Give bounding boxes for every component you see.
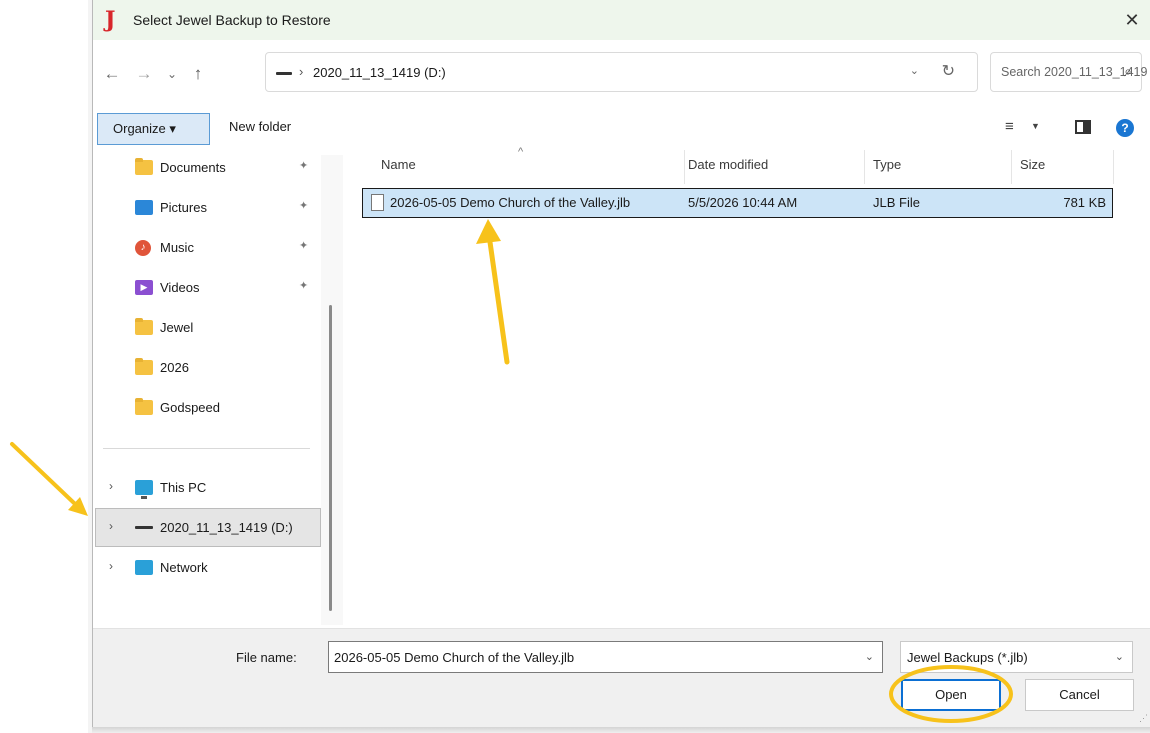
resize-grip-icon[interactable]: ⋰ xyxy=(1139,713,1148,724)
folder-icon xyxy=(135,158,153,175)
column-header-size[interactable]: Size xyxy=(1020,157,1045,172)
dialog-footer: File name: 2026-05-05 Demo Church of the… xyxy=(93,628,1150,727)
nav-item-this-pc[interactable]: › This PC xyxy=(103,473,318,503)
expand-chevron-icon[interactable]: › xyxy=(109,519,113,533)
close-button[interactable]: ✕ xyxy=(1117,4,1147,36)
folder-icon xyxy=(135,358,153,375)
nav-item-documents[interactable]: Documents ✦ xyxy=(103,153,318,183)
address-dropdown-icon[interactable]: ⌄ xyxy=(910,64,919,77)
column-divider[interactable] xyxy=(1011,150,1012,184)
nav-item-drive[interactable]: › 2020_11_13_1419 (D:) xyxy=(103,513,318,543)
expand-chevron-icon[interactable]: › xyxy=(109,559,113,573)
nav-item-label: Pictures xyxy=(160,200,207,215)
file-open-dialog: J Select Jewel Backup to Restore ✕ ← → ⌄… xyxy=(92,0,1150,727)
column-header-date-modified[interactable]: Date modified xyxy=(688,157,768,172)
search-icon[interactable]: ⌕ xyxy=(1124,63,1132,80)
file-name-value: 2026-05-05 Demo Church of the Valley.jlb xyxy=(334,650,575,665)
background-window xyxy=(0,0,92,733)
nav-item-pictures[interactable]: Pictures ✦ xyxy=(103,193,318,223)
organize-button[interactable]: Organize ▾ xyxy=(97,113,210,145)
nav-scrollbar-thumb[interactable] xyxy=(329,305,332,611)
folder-icon xyxy=(135,398,153,415)
pin-icon[interactable]: ✦ xyxy=(299,239,308,252)
file-list: ^ Name Date modified Type Size 2026-05-0… xyxy=(344,146,1150,628)
file-name-label: File name: xyxy=(236,650,297,665)
new-folder-button[interactable]: New folder xyxy=(229,119,291,134)
nav-item-videos[interactable]: ▶ Videos ✦ xyxy=(103,273,318,303)
back-arrow-icon[interactable]: ← xyxy=(101,62,123,86)
dialog-bottom-shadow xyxy=(92,726,1150,733)
breadcrumb-chevron-icon[interactable]: › xyxy=(299,64,303,79)
jewel-app-icon: J xyxy=(105,7,116,33)
videos-icon: ▶ xyxy=(135,280,153,295)
pin-icon[interactable]: ✦ xyxy=(299,159,308,172)
preview-pane-icon[interactable] xyxy=(1075,120,1091,134)
nav-scrollbar[interactable] xyxy=(321,155,343,625)
drive-icon xyxy=(135,526,153,529)
file-type-value: Jewel Backups (*.jlb) xyxy=(907,650,1028,665)
breadcrumb-drive[interactable]: 2020_11_13_1419 (D:) xyxy=(313,65,446,80)
nav-item-2026[interactable]: 2026 xyxy=(103,353,318,383)
help-icon[interactable]: ? xyxy=(1116,119,1134,137)
nav-item-label: Documents xyxy=(160,160,226,175)
expand-chevron-icon[interactable]: › xyxy=(109,479,113,493)
nav-item-label: Godspeed xyxy=(160,400,220,415)
nav-item-label: Jewel xyxy=(160,320,194,335)
file-type: JLB File xyxy=(873,195,920,210)
folder-icon xyxy=(135,318,153,335)
cancel-button[interactable]: Cancel xyxy=(1025,679,1134,711)
title-bar: J Select Jewel Backup to Restore ✕ xyxy=(93,0,1150,40)
recent-locations-chevron-icon[interactable]: ⌄ xyxy=(161,62,183,86)
dialog-title: Select Jewel Backup to Restore xyxy=(133,12,331,28)
chevron-down-icon[interactable]: ⌄ xyxy=(865,650,874,663)
file-row-selected[interactable]: 2026-05-05 Demo Church of the Valley.jlb… xyxy=(362,188,1113,218)
chevron-down-icon[interactable]: ⌄ xyxy=(1115,650,1124,663)
search-input[interactable]: Search 2020_11_13_1419 (D:) ⌕ xyxy=(990,52,1150,92)
music-icon: ♪ xyxy=(135,240,151,256)
up-arrow-icon[interactable]: ↑ xyxy=(187,62,209,86)
file-icon xyxy=(371,194,384,211)
file-date-modified: 5/5/2026 10:44 AM xyxy=(688,195,798,210)
computer-icon xyxy=(135,480,153,499)
nav-item-label: 2020_11_13_1419 (D:) xyxy=(160,520,293,535)
column-divider[interactable] xyxy=(1113,150,1114,184)
network-icon xyxy=(135,560,153,575)
nav-item-label: This PC xyxy=(160,480,207,495)
sort-ascending-icon: ^ xyxy=(518,146,524,158)
address-bar[interactable]: › 2020_11_13_1419 (D:) ⌄ ↻ xyxy=(265,52,978,92)
nav-divider xyxy=(103,448,310,449)
forward-arrow-icon[interactable]: → xyxy=(133,62,155,86)
nav-item-label: Music xyxy=(160,240,194,255)
open-button[interactable]: Open xyxy=(901,679,1001,711)
nav-item-network[interactable]: › Network xyxy=(103,553,318,583)
column-header-type[interactable]: Type xyxy=(873,157,901,172)
file-name-input[interactable]: 2026-05-05 Demo Church of the Valley.jlb… xyxy=(328,641,883,673)
pin-icon[interactable]: ✦ xyxy=(299,279,308,292)
view-options-icon[interactable]: ≡ xyxy=(1005,118,1014,135)
nav-item-godspeed[interactable]: Godspeed xyxy=(103,393,318,423)
refresh-icon[interactable]: ↻ xyxy=(942,61,955,81)
column-header-name[interactable]: Name xyxy=(381,157,416,172)
view-dropdown-icon[interactable]: ▼ xyxy=(1031,121,1040,131)
navigation-pane: Documents ✦ Pictures ✦ ♪ Music ✦ ▶ Video… xyxy=(93,148,342,628)
pictures-icon xyxy=(135,200,153,215)
file-type-select[interactable]: Jewel Backups (*.jlb) ⌄ xyxy=(900,641,1133,673)
column-divider[interactable] xyxy=(864,150,865,184)
nav-item-label: Videos xyxy=(160,280,200,295)
file-size: 781 KB xyxy=(1063,195,1106,210)
drive-icon xyxy=(276,72,292,75)
nav-item-music[interactable]: ♪ Music ✦ xyxy=(103,233,318,263)
nav-item-label: 2026 xyxy=(160,360,189,375)
pin-icon[interactable]: ✦ xyxy=(299,199,308,212)
nav-item-label: Network xyxy=(160,560,208,575)
nav-item-jewel[interactable]: Jewel xyxy=(103,313,318,343)
file-name: 2026-05-05 Demo Church of the Valley.jlb xyxy=(390,195,631,210)
column-divider[interactable] xyxy=(684,150,685,184)
